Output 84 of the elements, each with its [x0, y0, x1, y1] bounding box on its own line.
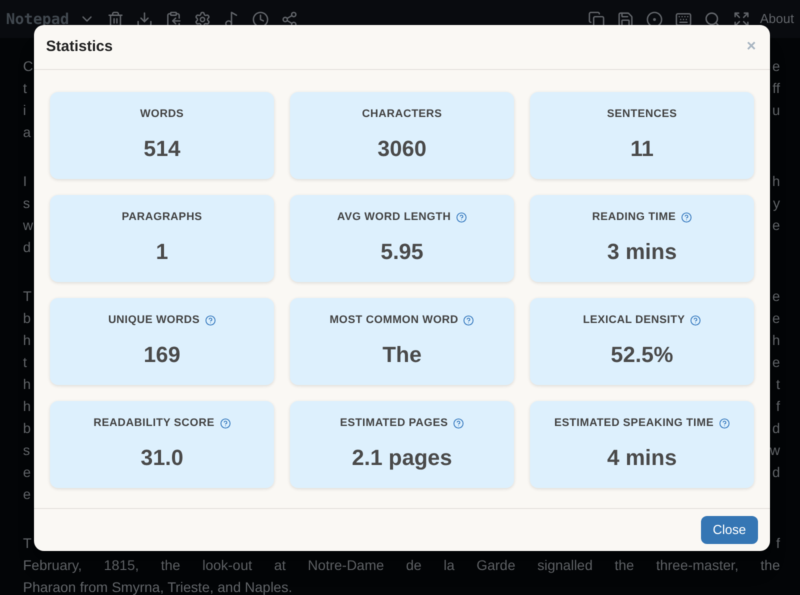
- share-icon[interactable]: [281, 10, 298, 28]
- text-fragment: d: [772, 462, 780, 482]
- stat-label: AVG WORD LENGTH: [337, 210, 451, 225]
- text-fragment: t: [23, 352, 27, 372]
- stat-value: 5.95: [380, 238, 424, 266]
- text-fragment: t: [776, 374, 780, 394]
- stat-label: WORDS: [140, 106, 184, 122]
- text-fragment: f: [776, 534, 780, 552]
- text-fragment: d: [772, 418, 780, 438]
- text-fragment: f: [776, 396, 780, 416]
- stat-value: 4 mins: [607, 444, 677, 472]
- text-fragment: s: [23, 440, 30, 460]
- stat-label: MOST COMMON WORD: [330, 312, 458, 328]
- stat-value: The: [382, 341, 422, 370]
- stat-label: ESTIMATED SPEAKING TIME: [554, 416, 714, 431]
- dialog-title: Statistics: [46, 36, 113, 57]
- stat-label: UNIQUE WORDS: [108, 312, 200, 328]
- help-icon[interactable]: [690, 314, 702, 326]
- text-fragment: w: [23, 216, 34, 234]
- expand-icon[interactable]: [733, 10, 750, 28]
- text-fragment: T: [23, 534, 32, 552]
- save-icon[interactable]: [617, 10, 634, 28]
- text-fragment: e: [23, 462, 31, 482]
- stat-value: 514: [144, 135, 180, 164]
- text-fragment: e: [772, 308, 780, 328]
- clock-icon[interactable]: [252, 10, 270, 28]
- close-button[interactable]: Close: [700, 516, 758, 544]
- help-icon[interactable]: [204, 314, 216, 326]
- stat-value: 3060: [378, 135, 426, 164]
- text-fragment: i: [23, 100, 26, 120]
- help-icon[interactable]: [463, 314, 474, 326]
- help-icon[interactable]: [718, 418, 730, 428]
- text-fragment: h: [772, 172, 780, 190]
- text-fragment: u: [772, 100, 780, 120]
- stat-value: 52.5%: [610, 341, 674, 370]
- stat-value: 2.1 pages: [352, 444, 452, 472]
- help-icon[interactable]: [680, 212, 692, 222]
- text-line: Pharaon from Smyrna, Trieste, and Naples.: [23, 578, 292, 595]
- stat-label: LEXICAL DENSITY: [582, 312, 686, 328]
- text-fragment: s: [23, 194, 30, 212]
- trash-icon[interactable]: [107, 10, 124, 28]
- stat-label: PARAGRAPHS: [122, 210, 202, 225]
- text-fragment: y: [773, 194, 780, 213]
- text-fragment: C: [23, 56, 34, 76]
- text-line: February, 1815, the look-out at Notre-Dame de la Garde signalled the three-master, the: [23, 556, 780, 575]
- stat-label: CHARACTERS: [362, 106, 442, 122]
- search-icon[interactable]: [704, 10, 722, 28]
- text-fragment: h: [23, 396, 31, 416]
- stat-value: 169: [144, 341, 180, 370]
- about-link[interactable]: About: [760, 9, 794, 29]
- text-fragment: T: [23, 286, 32, 306]
- text-fragment: h: [23, 374, 31, 394]
- text-fragment: e: [772, 56, 780, 76]
- close-icon-button[interactable]: ×: [744, 35, 758, 59]
- text-fragment: e: [23, 484, 31, 504]
- text-fragment: e: [772, 352, 780, 372]
- text-fragment: h: [23, 330, 31, 350]
- keyboard-icon[interactable]: [675, 10, 692, 28]
- stat-label: SENTENCES: [607, 106, 677, 122]
- stat-label: ESTIMATED PAGES: [340, 416, 448, 431]
- text-fragment: t: [23, 78, 27, 98]
- text-fragment: h: [772, 330, 780, 350]
- text-fragment: e: [772, 216, 780, 234]
- text-fragment: I: [23, 172, 27, 190]
- text-fragment: b: [23, 308, 31, 328]
- copy-icon[interactable]: [588, 10, 606, 28]
- record-icon[interactable]: [646, 10, 664, 28]
- stat-label: READABILITY SCORE: [93, 416, 215, 431]
- stat-label: READING TIME: [592, 210, 676, 225]
- stat-value: 31.0: [140, 444, 184, 472]
- text-fragment: w: [770, 440, 780, 460]
- text-fragment: ff: [772, 78, 780, 98]
- text-fragment: d: [23, 238, 31, 256]
- help-icon[interactable]: [220, 418, 231, 428]
- help-icon[interactable]: [453, 418, 464, 428]
- text-fragment: a: [23, 122, 31, 142]
- stat-value: 11: [630, 135, 654, 164]
- text-fragment: e: [772, 286, 780, 306]
- help-icon[interactable]: [456, 212, 467, 222]
- stat-value: 3 mins: [607, 238, 677, 266]
- clipboard-icon[interactable]: [165, 10, 182, 28]
- text-fragment: b: [23, 418, 31, 438]
- settings-icon[interactable]: [194, 10, 212, 28]
- stat-value: 1: [156, 238, 168, 266]
